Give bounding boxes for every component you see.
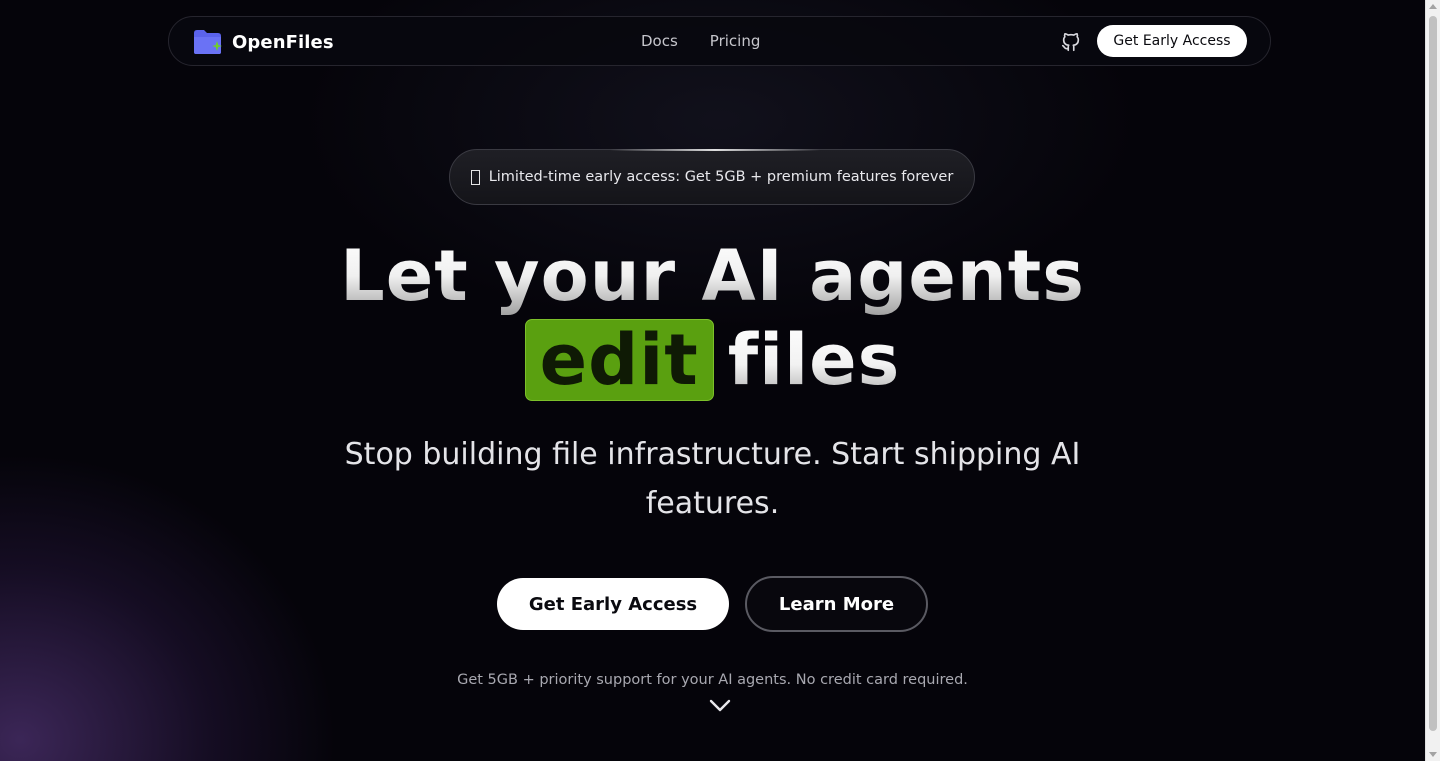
scrollbar-thumb[interactable]: [1429, 16, 1437, 731]
announcement-glow: [610, 149, 820, 151]
top-nav: OpenFiles Docs Pricing Get Early Access: [168, 16, 1271, 66]
nav-link-pricing[interactable]: Pricing: [710, 32, 761, 50]
chevron-down-icon[interactable]: [709, 698, 731, 712]
headline-line-2: edit files: [0, 318, 1425, 402]
page: OpenFiles Docs Pricing Get Early Access …: [0, 0, 1440, 761]
get-early-access-button[interactable]: Get Early Access: [497, 578, 729, 630]
headline-highlight: edit: [524, 319, 714, 401]
scroll-up-arrow-icon[interactable]: [1429, 4, 1437, 9]
announcement-text: Limited-time early access: Get 5GB + pre…: [488, 169, 954, 185]
nav-links: Docs Pricing: [641, 17, 792, 65]
nav-get-early-access-button[interactable]: Get Early Access: [1097, 25, 1247, 57]
hero-subhead: Stop building file infrastructure. Start…: [344, 437, 1081, 521]
nav-link-docs[interactable]: Docs: [641, 32, 678, 50]
headline-line-1: Let your AI agents: [0, 234, 1425, 318]
brand-name: OpenFiles: [232, 31, 334, 53]
gift-icon: [470, 169, 480, 185]
brand-logo[interactable]: OpenFiles: [193, 28, 334, 56]
github-icon[interactable]: [1060, 31, 1082, 53]
scroll-down-arrow-icon[interactable]: [1429, 752, 1437, 757]
scrollbar[interactable]: [1425, 0, 1440, 761]
announcement-banner[interactable]: Limited-time early access: Get 5GB + pre…: [449, 149, 975, 205]
folder-sparkle-icon: [193, 29, 223, 55]
learn-more-button[interactable]: Learn More: [745, 576, 928, 632]
headline-rest: files: [727, 319, 901, 401]
hero-headline: Let your AI agents edit files: [0, 234, 1425, 402]
hero-footnote: Get 5GB + priority support for your AI a…: [457, 672, 968, 688]
